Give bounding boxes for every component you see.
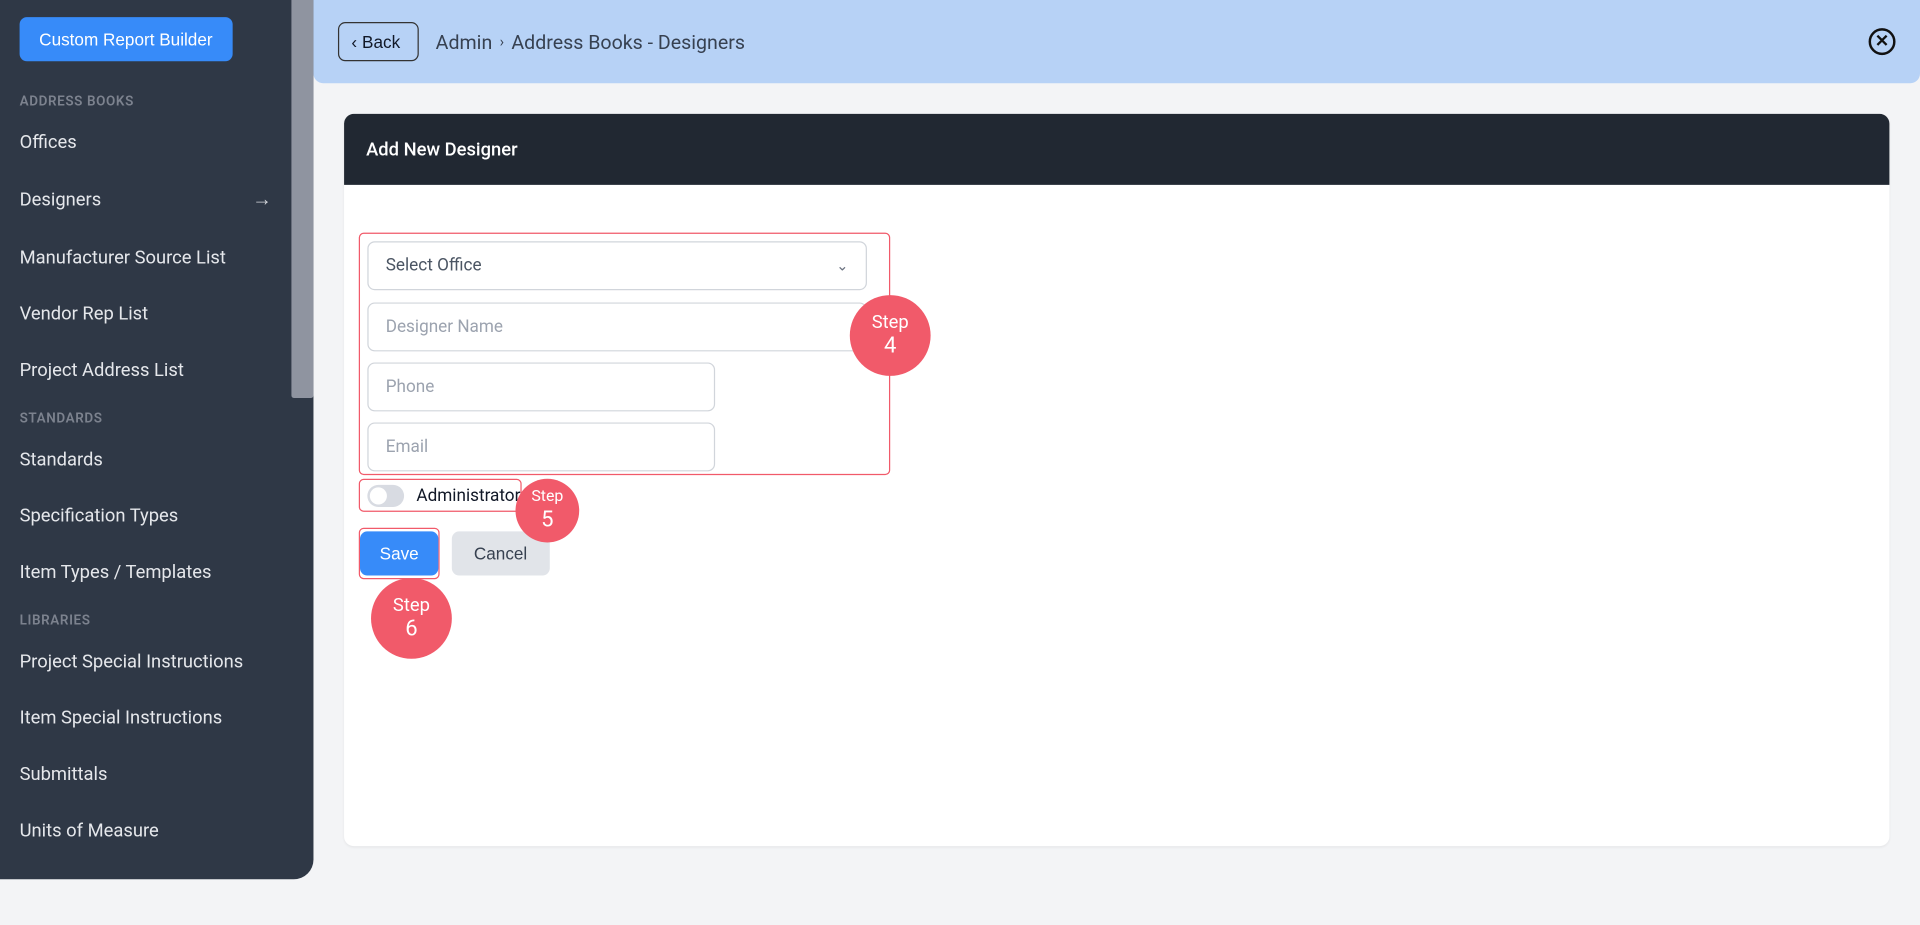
chevron-down-icon: ⌄ xyxy=(836,257,848,274)
office-select[interactable]: Select Office ⌄ xyxy=(367,241,867,290)
sidebar-item-units-of-measure[interactable]: Units of Measure xyxy=(0,802,291,858)
chevron-left-icon: ‹ xyxy=(351,32,357,52)
office-select-placeholder: Select Office xyxy=(386,256,482,276)
sidebar-item-label: Units of Measure xyxy=(20,819,159,841)
sidebar-item-submittals[interactable]: Submittals xyxy=(0,746,291,802)
phone-input[interactable]: Phone xyxy=(367,362,715,411)
sidebar-item-label: Project Address List xyxy=(20,359,184,381)
administrator-toggle[interactable] xyxy=(367,484,404,506)
sidebar-item-item-special-instructions[interactable]: Item Special Instructions xyxy=(0,689,291,745)
annotation-step-number: 6 xyxy=(405,616,417,642)
custom-report-builder-button[interactable]: Custom Report Builder xyxy=(20,17,233,61)
sidebar-item-label: Standards xyxy=(20,448,103,470)
sidebar-section-address-books: ADDRESS BOOKS xyxy=(0,81,291,114)
annotation-step4-badge: Step 4 xyxy=(850,295,931,376)
sidebar-item-label: Item Special Instructions xyxy=(20,707,223,729)
annotation-step6-badge: Step 6 xyxy=(371,578,452,659)
sidebar-item-standards[interactable]: Standards xyxy=(0,431,291,487)
sidebar-item-label: Item Types / Templates xyxy=(20,561,212,583)
main-card: Add New Designer Select Office ⌄ Designe… xyxy=(344,114,1889,846)
back-button-label: Back xyxy=(362,32,400,52)
sidebar-item-label: Offices xyxy=(20,131,77,153)
sidebar-section-standards: STANDARDS xyxy=(0,398,291,431)
back-button[interactable]: ‹ Back xyxy=(338,22,419,61)
sidebar-item-vendor-rep-list[interactable]: Vendor Rep List xyxy=(0,285,291,341)
sidebar-item-specification-types[interactable]: Specification Types xyxy=(0,487,291,543)
sidebar-item-project-address-list[interactable]: Project Address List xyxy=(0,342,291,398)
annotation-step4-box: Select Office ⌄ Designer Name Phone Emai… xyxy=(359,233,890,475)
sidebar-item-label: Designers xyxy=(20,189,102,211)
sidebar-item-designers[interactable]: Designers → xyxy=(0,170,291,229)
sidebar-item-item-types-templates[interactable]: Item Types / Templates xyxy=(0,544,291,600)
breadcrumb-current: Address Books - Designers xyxy=(511,30,745,53)
annotation-step-word: Step xyxy=(393,594,430,616)
annotation-step-number: 5 xyxy=(541,507,553,533)
sidebar-item-offices[interactable]: Offices xyxy=(0,114,291,170)
page-header: ‹ Back Admin › Address Books - Designers… xyxy=(313,0,1920,83)
chevron-right-icon: › xyxy=(500,33,504,50)
sidebar-item-label: Manufacturer Source List xyxy=(20,246,226,268)
sidebar-item-project-special-instructions[interactable]: Project Special Instructions xyxy=(0,633,291,689)
sidebar-scrollbar[interactable] xyxy=(291,0,313,398)
sidebar-item-label: Project Special Instructions xyxy=(20,650,244,672)
sidebar-section-libraries: LIBRARIES xyxy=(0,600,291,633)
designer-name-placeholder: Designer Name xyxy=(386,317,503,337)
designer-name-input[interactable]: Designer Name xyxy=(367,302,867,351)
email-input[interactable]: Email xyxy=(367,422,715,471)
email-placeholder: Email xyxy=(386,437,428,457)
save-button[interactable]: Save xyxy=(360,531,438,575)
arrow-right-icon: → xyxy=(252,187,272,211)
annotation-step5-box: Administrator xyxy=(359,479,522,512)
sidebar-item-label: Submittals xyxy=(20,763,108,785)
phone-placeholder: Phone xyxy=(386,377,435,397)
card-title: Add New Designer xyxy=(344,114,1889,185)
sidebar: Custom Report Builder ADDRESS BOOKS Offi… xyxy=(0,0,313,879)
annotation-step5-badge: Step 5 xyxy=(516,479,580,543)
sidebar-item-manufacturer-source-list[interactable]: Manufacturer Source List xyxy=(0,229,291,285)
annotation-step-number: 4 xyxy=(884,333,896,359)
annotation-step-word: Step xyxy=(872,311,909,333)
annotation-step-word: Step xyxy=(531,488,563,507)
breadcrumb: Admin › Address Books - Designers xyxy=(436,30,745,53)
annotation-step6-box: Save xyxy=(359,528,440,579)
close-icon[interactable]: ✕ xyxy=(1869,28,1896,55)
administrator-label: Administrator xyxy=(416,486,520,506)
breadcrumb-root[interactable]: Admin xyxy=(436,30,493,53)
sidebar-item-label: Vendor Rep List xyxy=(20,302,149,324)
sidebar-item-label: Specification Types xyxy=(20,504,179,526)
